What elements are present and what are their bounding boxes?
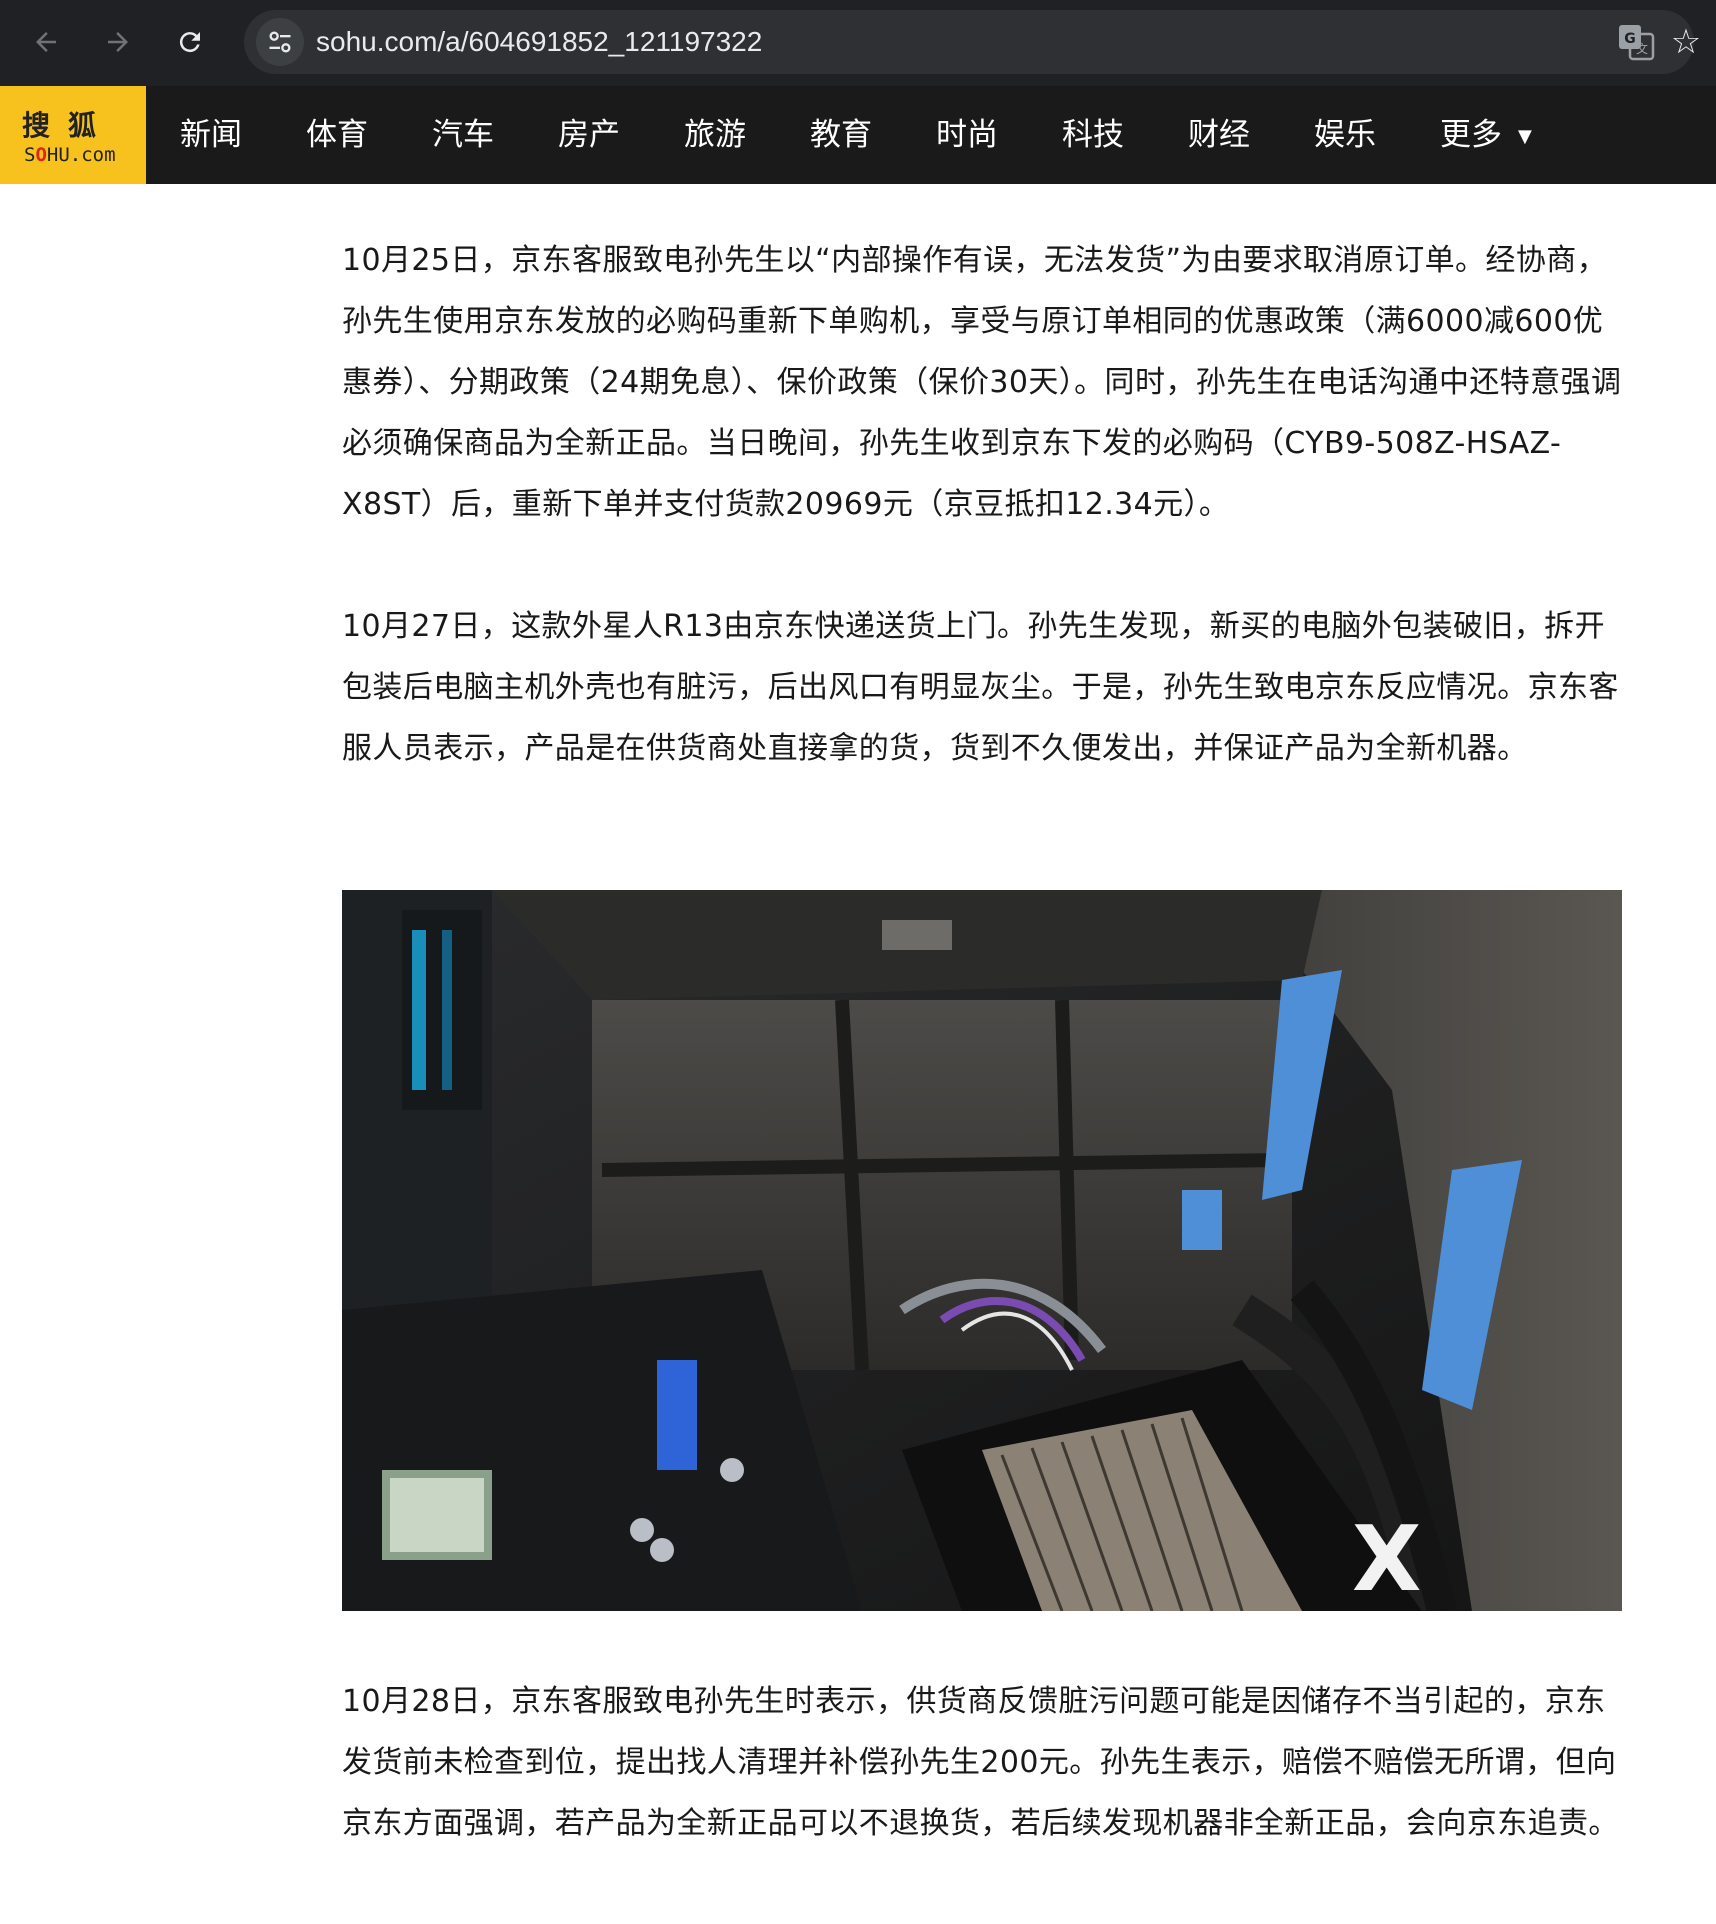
arrow-left-icon — [36, 32, 56, 52]
channel-menu: 新闻 体育 汽车 房产 旅游 教育 时尚 科技 财经 娱乐 更多 ▼ — [180, 86, 1596, 184]
article-paragraph: 10月25日，京东客服致电孙先生以“内部操作有误，无法发货”为由要求取消原订单。… — [342, 243, 1622, 522]
translate-button[interactable]: G 文 — [1616, 22, 1656, 62]
logo-english-text: SOHU.com — [24, 144, 116, 166]
forward-button[interactable] — [94, 18, 142, 66]
more-label: 更多 — [1440, 117, 1502, 153]
nav-item-more[interactable]: 更多 ▼ — [1440, 86, 1532, 184]
star-icon: ☆ — [1670, 22, 1702, 62]
nav-item-tech[interactable]: 科技 — [1062, 86, 1124, 184]
reload-icon — [179, 32, 200, 53]
arrow-right-icon — [108, 32, 128, 52]
article-paragraph: 10月28日，京东客服致电孙先生时表示，供货商反馈脏污问题可能是因储存不当引起的… — [342, 1684, 1619, 1841]
tune-icon — [269, 31, 291, 53]
sohu-logo[interactable]: 搜狐 SOHU.com — [0, 86, 146, 184]
nav-item-sports[interactable]: 体育 — [306, 86, 368, 184]
back-button[interactable] — [22, 18, 70, 66]
article-paragraph: 10月27日，这款外星人R13由京东快递送货上门。孙先生发现，新买的电脑外包装破… — [342, 609, 1619, 766]
svg-text:X: X — [1352, 1507, 1421, 1611]
article-photo: X — [342, 890, 1622, 1611]
nav-item-finance[interactable]: 财经 — [1188, 86, 1250, 184]
translate-icon: G 文 — [1619, 25, 1655, 61]
nav-item-news[interactable]: 新闻 — [180, 86, 242, 184]
svg-text:G: G — [1624, 31, 1636, 47]
nav-item-fashion[interactable]: 时尚 — [936, 86, 998, 184]
reload-button[interactable] — [166, 18, 214, 66]
bookmark-button[interactable]: ☆ — [1664, 20, 1708, 64]
site-info-button[interactable] — [256, 18, 304, 66]
nav-item-auto[interactable]: 汽车 — [432, 86, 494, 184]
logo-chinese-text: 搜狐 — [22, 109, 115, 142]
nav-item-travel[interactable]: 旅游 — [684, 86, 746, 184]
svg-text:文: 文 — [1636, 41, 1648, 56]
url-text[interactable]: sohu.com/a/604691852_121197322 — [316, 23, 762, 61]
browser-toolbar: sohu.com/a/604691852_121197322 G 文 ☆ — [0, 0, 1716, 86]
address-bar[interactable]: sohu.com/a/604691852_121197322 G 文 ☆ — [244, 10, 1701, 74]
site-navigation: 搜狐 SOHU.com 新闻 体育 汽车 房产 旅游 教育 时尚 科技 财经 娱… — [0, 86, 1716, 184]
nav-item-education[interactable]: 教育 — [810, 86, 872, 184]
article-body-continued: 10月28日，京东客服致电孙先生时表示，供货商反馈脏污问题可能是因储存不当引起的… — [342, 1671, 1622, 1854]
nav-item-entertainment[interactable]: 娱乐 — [1314, 86, 1376, 184]
article-body: 10月25日，京东客服致电孙先生以“内部操作有误，无法发货”为由要求取消原订单。… — [342, 230, 1622, 779]
nav-item-realestate[interactable]: 房产 — [558, 86, 620, 184]
caret-down-icon: ▼ — [1518, 125, 1532, 147]
pc-interior-image: X — [342, 890, 1622, 1611]
